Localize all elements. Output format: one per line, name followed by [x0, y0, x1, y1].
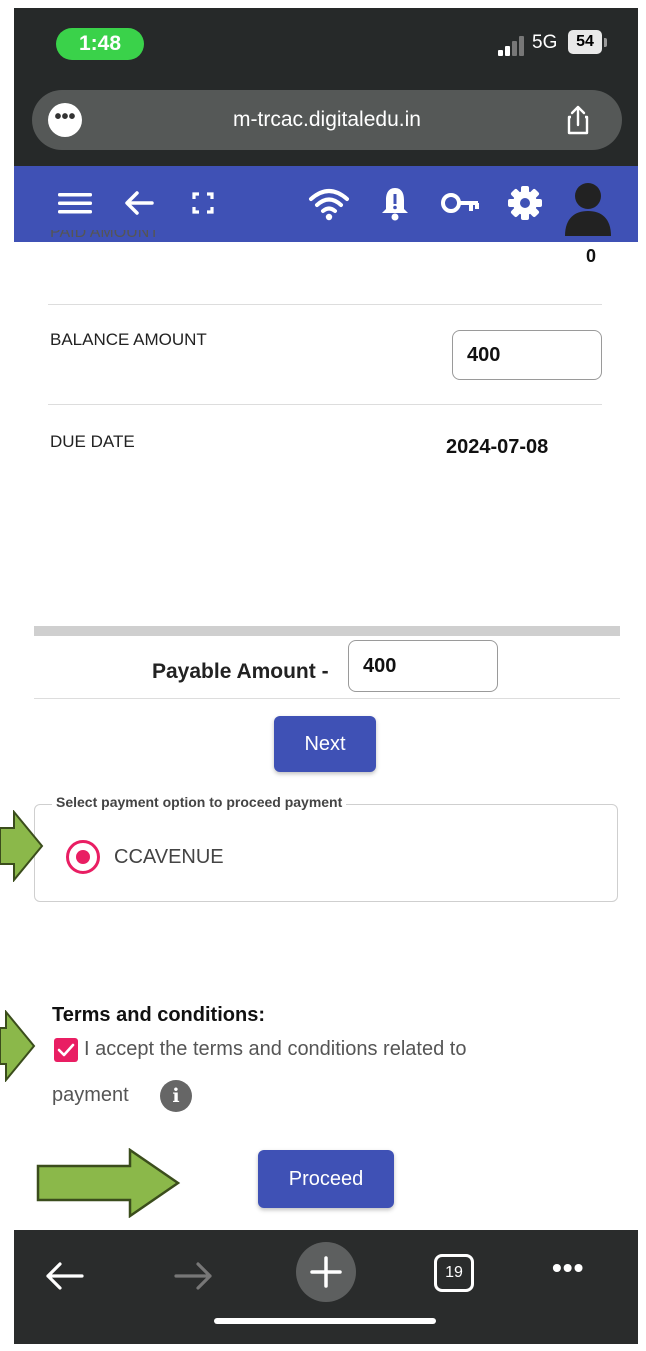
payment-option-legend: Select payment option to proceed payment [52, 794, 347, 810]
battery-tip [604, 38, 607, 47]
user-avatar-icon[interactable] [562, 178, 614, 236]
payable-amount-label: Payable Amount - [152, 660, 329, 683]
wifi-icon[interactable] [306, 180, 352, 226]
signal-icon [498, 36, 526, 56]
notification-bell-icon[interactable] [372, 180, 418, 226]
paid-amount-value: 0 [586, 246, 597, 266]
home-indicator [214, 1318, 436, 1324]
info-icon[interactable]: i [160, 1080, 192, 1112]
fullscreen-icon[interactable] [180, 180, 226, 226]
browser-back-icon[interactable] [42, 1256, 86, 1296]
payable-amount-input[interactable]: 400 [348, 640, 498, 692]
tab-count-button[interactable]: 19 [434, 1254, 474, 1292]
terms-text-line1: I accept the terms and conditions relate… [84, 1038, 467, 1060]
key-icon[interactable] [438, 180, 484, 226]
next-button[interactable]: Next [274, 716, 376, 772]
network-type: 5G [532, 32, 558, 53]
due-date-label: DUE DATE [50, 432, 135, 451]
phone-screen: 1:48 5G 54 ••• m-trcac.digitaledu.in PAI… [14, 8, 638, 1344]
section-divider [34, 626, 620, 636]
settings-gear-icon[interactable] [502, 180, 548, 226]
paid-amount-label: PAID AMOUNT [50, 230, 160, 241]
url-text[interactable]: m-trcac.digitaledu.in [32, 90, 622, 150]
ccavenue-option-label[interactable]: CCAVENUE [114, 846, 224, 869]
row-divider [48, 404, 602, 405]
due-date-value: 2024-07-08 [446, 436, 549, 458]
address-bar[interactable]: ••• m-trcac.digitaledu.in [32, 90, 622, 150]
back-arrow-icon[interactable] [116, 180, 162, 226]
status-time: 1:48 [56, 28, 144, 60]
terms-text-line2: payment [52, 1084, 129, 1106]
status-bar: 1:48 5G 54 ••• m-trcac.digitaledu.in [14, 8, 638, 166]
battery-level: 54 [568, 30, 602, 54]
terms-title: Terms and conditions: [52, 1004, 265, 1026]
annotation-arrow-icon [36, 1148, 181, 1218]
row-divider [34, 698, 620, 699]
menu-icon[interactable] [52, 180, 98, 226]
more-options-icon[interactable]: ••• [552, 1252, 584, 1284]
checkmark-icon [57, 1043, 75, 1057]
annotation-arrow-icon [0, 1010, 36, 1082]
share-icon[interactable] [562, 104, 594, 136]
radio-selected-dot [76, 850, 90, 864]
balance-amount-field[interactable]: 400 [452, 330, 602, 380]
proceed-button[interactable]: Proceed [258, 1150, 394, 1208]
browser-forward-icon[interactable] [172, 1256, 216, 1296]
plus-icon [310, 1256, 342, 1288]
annotation-arrow-icon [0, 810, 44, 882]
balance-amount-label: BALANCE AMOUNT [50, 330, 207, 349]
browser-bottom-bar: 19 ••• [14, 1230, 638, 1344]
terms-checkbox[interactable] [54, 1038, 78, 1062]
row-divider [48, 304, 602, 305]
new-tab-button[interactable] [296, 1242, 356, 1302]
screenshot-frame: 1:48 5G 54 ••• m-trcac.digitaledu.in PAI… [0, 0, 646, 1351]
